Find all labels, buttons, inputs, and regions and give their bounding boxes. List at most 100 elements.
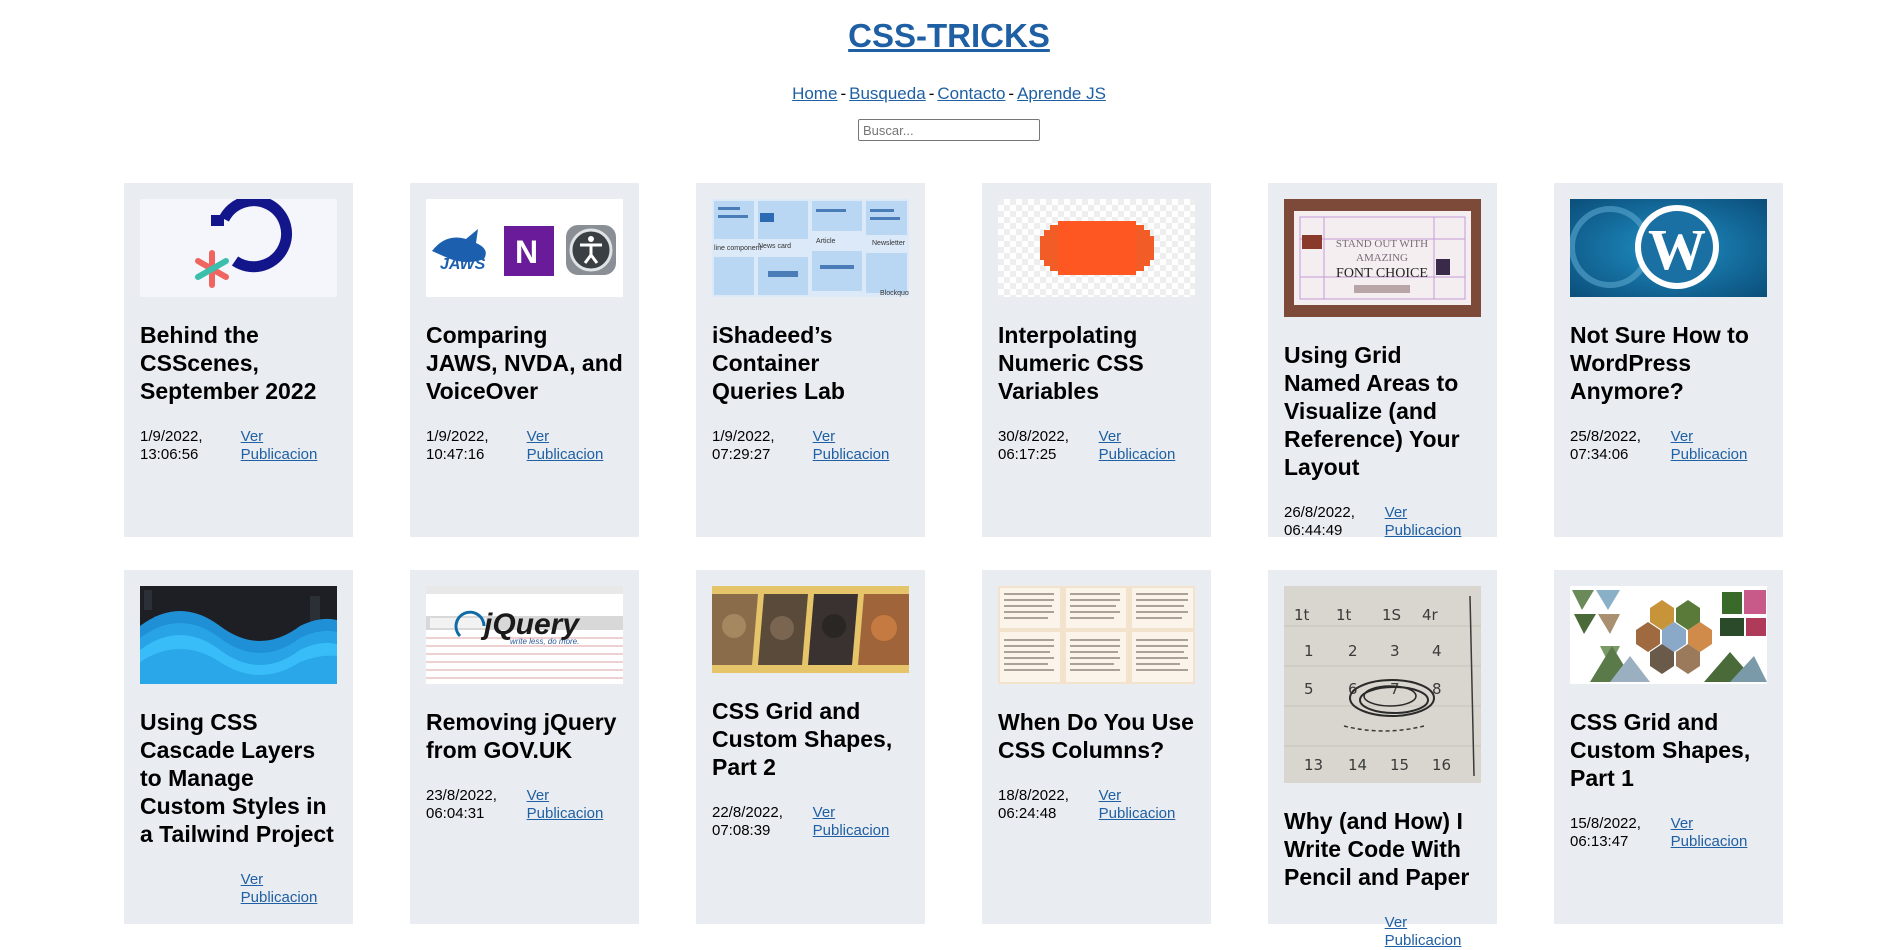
post-date: 23/8/2022, 06:04:31	[426, 787, 497, 822]
post-meta: 25/8/2022, 07:34:06 Ver Publicacion	[1570, 428, 1767, 464]
view-post-link[interactable]: Ver Publicacion	[1099, 787, 1195, 823]
post-title: CSS Grid and Custom Shapes, Part 1	[1570, 709, 1751, 791]
view-post-link[interactable]: Ver Publicacion	[1671, 428, 1767, 464]
view-post-link[interactable]: Ver Publicacion	[813, 804, 909, 840]
post-thumbnail-tailwind-waves	[140, 586, 337, 684]
svg-text:13: 13	[1304, 756, 1323, 774]
post-title: Using Grid Named Areas to Visualize (and…	[1284, 342, 1460, 480]
search-container	[0, 119, 1898, 141]
site-title: CSS-TRICKS	[0, 0, 1898, 56]
post-title: Why (and How) I Write Code With Pencil a…	[1284, 808, 1470, 890]
svg-text:3: 3	[1390, 642, 1400, 660]
post-card: 1t 1t 1S 4r 1234 5678 13 14 15 16 Why (and How…	[1268, 570, 1497, 949]
nav-separator: -	[840, 84, 847, 103]
svg-text:2: 2	[1348, 642, 1358, 660]
svg-text:15: 15	[1390, 756, 1409, 774]
post-date: 1/9/2022, 10:47:16	[426, 428, 489, 463]
post-thumbnail-pencil-sketch: 1t 1t 1S 4r 1234 5678 13 14 15 16	[1284, 586, 1481, 783]
view-post-link[interactable]: Ver Publicacion	[241, 871, 337, 907]
post-title: Interpolating Numeric CSS Variables	[998, 322, 1144, 404]
view-post-link[interactable]: Ver Publicacion	[527, 787, 623, 823]
post-meta: Ver Publicacion	[1284, 914, 1481, 950]
post-meta: 1/9/2022, 13:06:56 Ver Publicacion	[140, 428, 337, 464]
post-meta: 15/8/2022, 06:13:47 Ver Publicacion	[1570, 815, 1767, 851]
post-card: Behind the CSScenes, September 2022 1/9/…	[124, 183, 353, 537]
svg-text:14: 14	[1348, 756, 1367, 774]
post-card: STAND OUT WITH AMAZING FONT CHOICE Using…	[1268, 183, 1497, 540]
post-thumbnail-csscenes-logo	[140, 199, 337, 297]
post-meta: 30/8/2022, 06:17:25 Ver Publicacion	[998, 428, 1195, 464]
post-card: CSS Grid and Custom Shapes, Part 1 15/8/…	[1554, 570, 1783, 924]
post-date: 15/8/2022, 06:13:47	[1570, 815, 1641, 850]
site-header: CSS-TRICKS Home - Busqueda - Contacto - Aprend…	[0, 0, 1898, 141]
post-date: 1/9/2022, 07:29:27	[712, 428, 775, 463]
view-post-link[interactable]: Ver Publicacion	[813, 428, 909, 464]
post-title: Behind the CSScenes, September 2022	[140, 322, 317, 404]
thumb-text-line: AMAZING	[1356, 252, 1408, 264]
post-thumbnail-wordpress-logo: W	[1570, 199, 1767, 297]
view-post-link[interactable]: Ver Publicacion	[1385, 504, 1481, 540]
post-card: W Not Sure How to WordPress Anymore? 25/…	[1554, 183, 1783, 537]
post-card: jQuery write less, do more. Removing jQu…	[410, 570, 639, 924]
post-date	[1284, 914, 1385, 950]
nav-separator: -	[1008, 84, 1015, 103]
view-post-link[interactable]: Ver Publicacion	[1385, 914, 1481, 950]
post-card: When Do You Use CSS Columns? 18/8/2022, …	[982, 570, 1211, 924]
svg-text:line component: line component	[714, 245, 762, 252]
post-meta: Ver Publicacion	[140, 871, 337, 907]
post-thumbnail-jquery-logo: jQuery write less, do more.	[426, 586, 623, 684]
post-title: CSS Grid and Custom Shapes, Part 2	[712, 698, 893, 780]
post-title: When Do You Use CSS Columns?	[998, 709, 1194, 763]
svg-text:1: 1	[1304, 642, 1314, 660]
svg-text:16: 16	[1432, 756, 1451, 774]
main-nav: Home - Busqueda - Contacto - Aprende JS	[0, 84, 1898, 104]
view-post-link[interactable]: Ver Publicacion	[1099, 428, 1195, 464]
svg-text:JAWS: JAWS	[440, 256, 486, 273]
post-thumbnail-orange-shape	[998, 199, 1195, 297]
post-meta: 22/8/2022, 07:08:39 Ver Publicacion	[712, 804, 909, 840]
post-card: Interpolating Numeric CSS Variables 30/8…	[982, 183, 1211, 537]
nav-link-home[interactable]: Home	[792, 84, 837, 103]
nav-link-aprende-js[interactable]: Aprende JS	[1017, 84, 1106, 103]
svg-text:5: 5	[1304, 680, 1314, 698]
post-thumbnail-screen-reader-logos: JAWS N	[426, 199, 623, 297]
post-meta: 26/8/2022, 06:44:49 Ver Publicacion	[1284, 504, 1481, 540]
post-thumbnail-hexagon-photos	[1570, 586, 1767, 684]
svg-text:Newsletter: Newsletter	[872, 240, 906, 247]
thumb-tagline-text: write less, do more.	[510, 637, 579, 646]
view-post-link[interactable]: Ver Publicacion	[527, 428, 623, 464]
nav-link-busqueda[interactable]: Busqueda	[849, 84, 926, 103]
nav-separator: -	[928, 84, 935, 103]
post-title: Using CSS Cascade Layers to Manage Custo…	[140, 709, 334, 847]
svg-text:4r: 4r	[1422, 606, 1439, 624]
post-thumbnail-text-columns	[998, 586, 1195, 684]
post-card: CSS Grid and Custom Shapes, Part 2 22/8/…	[696, 570, 925, 924]
thumb-text-line: STAND OUT WITH	[1336, 238, 1428, 250]
post-date: 1/9/2022, 13:06:56	[140, 428, 203, 463]
svg-text:News card: News card	[758, 243, 791, 250]
posts-grid: Behind the CSScenes, September 2022 1/9/…	[124, 183, 1783, 949]
post-date: 18/8/2022, 06:24:48	[998, 787, 1069, 822]
svg-text:1t: 1t	[1294, 606, 1310, 624]
post-date: 26/8/2022, 06:44:49	[1284, 504, 1355, 539]
site-title-link[interactable]: CSS-TRICKS	[848, 17, 1050, 54]
svg-text:N: N	[515, 234, 538, 270]
view-post-link[interactable]: Ver Publicacion	[241, 428, 337, 464]
post-title: iShadeed’s Container Queries Lab	[712, 322, 845, 404]
post-title: Not Sure How to WordPress Anymore?	[1570, 322, 1749, 404]
post-meta: 18/8/2022, 06:24:48 Ver Publicacion	[998, 787, 1195, 823]
search-input[interactable]	[858, 119, 1040, 141]
view-post-link[interactable]: Ver Publicacion	[1671, 815, 1767, 851]
svg-text:7: 7	[1390, 680, 1400, 698]
svg-text:1t: 1t	[1336, 606, 1352, 624]
post-meta: 1/9/2022, 07:29:27 Ver Publicacion	[712, 428, 909, 464]
svg-text:W: W	[1648, 217, 1706, 282]
svg-text:4: 4	[1432, 642, 1442, 660]
post-card: line component News card Article Newslette…	[696, 183, 925, 537]
post-date	[140, 871, 241, 907]
nav-link-contacto[interactable]: Contacto	[937, 84, 1005, 103]
post-title: Removing jQuery from GOV.UK	[426, 709, 617, 763]
post-meta: 1/9/2022, 10:47:16 Ver Publicacion	[426, 428, 623, 464]
post-date: 25/8/2022, 07:34:06	[1570, 428, 1641, 463]
thumb-text-line: FONT CHOICE	[1336, 266, 1428, 281]
